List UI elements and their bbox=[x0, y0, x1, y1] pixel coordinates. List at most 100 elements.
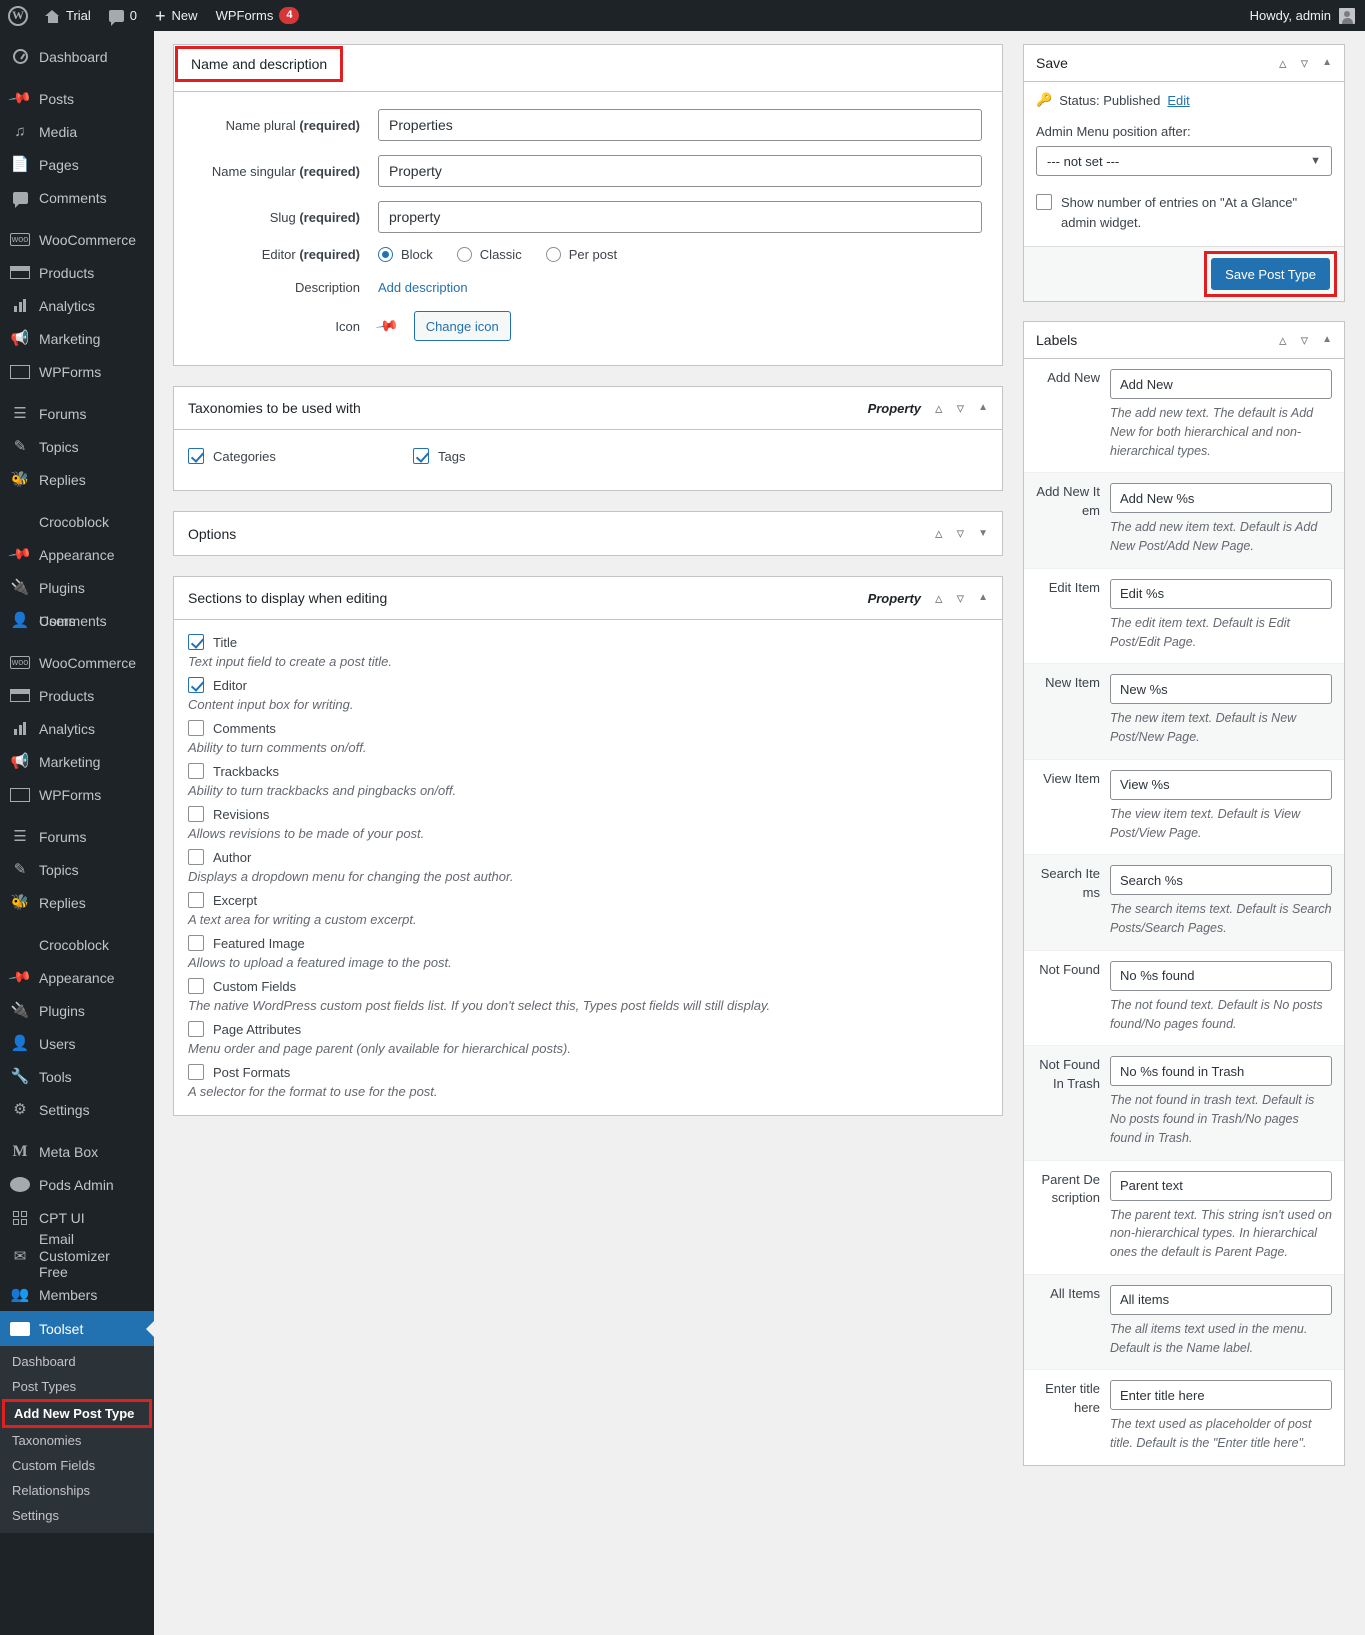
site-name-button[interactable]: Trial bbox=[36, 0, 100, 31]
checkbox-editor[interactable] bbox=[188, 677, 204, 693]
avatar[interactable] bbox=[1339, 8, 1355, 24]
sidebar-item-marketing-2[interactable]: 📢 Marketing bbox=[0, 745, 154, 778]
label-input-add-new-item[interactable] bbox=[1110, 483, 1332, 513]
sidebar-item-topics[interactable]: ✎ Topics bbox=[0, 430, 154, 463]
chevron-down-icon[interactable]: ▿ bbox=[957, 526, 965, 541]
checkbox-author[interactable] bbox=[188, 849, 204, 865]
label-input-all-items[interactable] bbox=[1110, 1285, 1332, 1315]
triangle-up-icon[interactable]: ▲ bbox=[1322, 58, 1332, 68]
edit-status-link[interactable]: Edit bbox=[1167, 93, 1189, 108]
checkbox-tags[interactable] bbox=[413, 448, 429, 464]
sidebar-item-wpforms[interactable]: WPForms bbox=[0, 355, 154, 388]
slug-input[interactable] bbox=[378, 201, 982, 233]
add-description-link[interactable]: Add description bbox=[378, 280, 468, 295]
submenu-item-post-types[interactable]: Post Types bbox=[0, 1374, 154, 1399]
chevron-down-icon[interactable]: ▿ bbox=[1301, 56, 1309, 71]
sidebar-item-products-2[interactable]: Products bbox=[0, 679, 154, 712]
sidebar-item-appearance[interactable]: 📌 Appearance bbox=[0, 538, 154, 571]
label-input-new-item[interactable] bbox=[1110, 674, 1332, 704]
sidebar-item-topics-2[interactable]: ✎ Topics bbox=[0, 853, 154, 886]
chevron-up-icon[interactable]: ▵ bbox=[935, 401, 943, 416]
chevron-down-icon[interactable]: ▿ bbox=[957, 401, 965, 416]
sidebar-item-dashboard[interactable]: Dashboard bbox=[0, 40, 154, 73]
sidebar-item-woocommerce[interactable]: woo WooCommerce bbox=[0, 223, 154, 256]
submenu-item-settings[interactable]: Settings bbox=[0, 1503, 154, 1528]
checkbox-revisions[interactable] bbox=[188, 806, 204, 822]
sidebar-item-analytics-2[interactable]: Analytics bbox=[0, 712, 154, 745]
submenu-item-relationships[interactable]: Relationships bbox=[0, 1478, 154, 1503]
sidebar-item-wpforms-2[interactable]: WPForms bbox=[0, 778, 154, 811]
sidebar-item-users[interactable]: 👤 Users Comments bbox=[0, 604, 154, 637]
admin-menu-position-select[interactable]: --- not set --- ▼ bbox=[1036, 146, 1332, 176]
howdy-label[interactable]: Howdy, admin bbox=[1250, 8, 1331, 23]
new-content-button[interactable]: + New bbox=[146, 0, 207, 31]
chevron-up-icon[interactable]: ▵ bbox=[935, 526, 943, 541]
label-input-view-item[interactable] bbox=[1110, 770, 1332, 800]
sidebar-item-appearance-2[interactable]: 📌 Appearance bbox=[0, 961, 154, 994]
chevron-down-icon[interactable]: ▿ bbox=[957, 591, 965, 606]
sidebar-item-comments[interactable]: Comments bbox=[0, 181, 154, 214]
label-input-edit-item[interactable] bbox=[1110, 579, 1332, 609]
submenu-item-custom-fields[interactable]: Custom Fields bbox=[0, 1453, 154, 1478]
sidebar-item-woocommerce-2[interactable]: woo WooCommerce bbox=[0, 646, 154, 679]
taxonomy-tags[interactable]: Tags bbox=[413, 448, 465, 464]
sidebar-item-email-customizer-free[interactable]: ✉ Email Customizer Free bbox=[0, 1234, 154, 1278]
triangle-up-icon[interactable]: ▲ bbox=[978, 403, 988, 413]
sidebar-item-replies[interactable]: 🐝 Replies bbox=[0, 463, 154, 496]
label-input-not-found[interactable] bbox=[1110, 961, 1332, 991]
sidebar-item-tools[interactable]: 🔧 Tools bbox=[0, 1060, 154, 1093]
checkbox-title[interactable] bbox=[188, 634, 204, 650]
checkbox-trackbacks[interactable] bbox=[188, 763, 204, 779]
sidebar-item-members[interactable]: 👥 Members bbox=[0, 1278, 154, 1311]
checkbox-excerpt[interactable] bbox=[188, 892, 204, 908]
sidebar-item-products[interactable]: Products bbox=[0, 256, 154, 289]
comments-button[interactable]: 0 bbox=[100, 0, 146, 31]
chevron-up-icon[interactable]: ▵ bbox=[1279, 333, 1287, 348]
sidebar-item-plugins-2[interactable]: 🔌 Plugins bbox=[0, 994, 154, 1027]
radio-block[interactable] bbox=[378, 247, 393, 262]
submenu-item-dashboard[interactable]: Dashboard bbox=[0, 1349, 154, 1374]
sidebar-item-forums[interactable]: ☰ Forums bbox=[0, 397, 154, 430]
sidebar-item-media[interactable]: ♫ Media bbox=[0, 115, 154, 148]
wordpress-logo-button[interactable]: W bbox=[0, 0, 36, 31]
change-icon-button[interactable]: Change icon bbox=[414, 311, 511, 341]
name-singular-input[interactable] bbox=[378, 155, 982, 187]
sidebar-item-cpt-ui[interactable]: CPT UI bbox=[0, 1201, 154, 1234]
triangle-up-icon[interactable]: ▲ bbox=[978, 593, 988, 603]
sidebar-item-replies-2[interactable]: 🐝 Replies bbox=[0, 886, 154, 919]
sidebar-item-analytics[interactable]: Analytics bbox=[0, 289, 154, 322]
checkbox-custom-fields[interactable] bbox=[188, 978, 204, 994]
chevron-up-icon[interactable]: ▵ bbox=[1279, 56, 1287, 71]
submenu-item-add-new-post-type[interactable]: Add New Post Type bbox=[2, 1399, 152, 1428]
sidebar-item-plugins[interactable]: 🔌 Plugins bbox=[0, 571, 154, 604]
sidebar-item-posts[interactable]: 📌 Posts bbox=[0, 82, 154, 115]
label-input-not-found-in-trash[interactable] bbox=[1110, 1056, 1332, 1086]
sidebar-item-pods-admin[interactable]: Pods Admin bbox=[0, 1168, 154, 1201]
submenu-item-taxonomies[interactable]: Taxonomies bbox=[0, 1428, 154, 1453]
checkbox-featured-image[interactable] bbox=[188, 935, 204, 951]
chevron-down-icon[interactable]: ▿ bbox=[1301, 333, 1309, 348]
sidebar-item-pages[interactable]: 📄 Pages bbox=[0, 148, 154, 181]
label-input-add-new[interactable] bbox=[1110, 369, 1332, 399]
sidebar-item-settings[interactable]: ⚙ Settings bbox=[0, 1093, 154, 1126]
chevron-up-icon[interactable]: ▵ bbox=[935, 591, 943, 606]
checkbox-comments[interactable] bbox=[188, 720, 204, 736]
triangle-down-icon[interactable]: ▼ bbox=[978, 529, 988, 539]
checkbox-at-a-glance[interactable] bbox=[1036, 194, 1052, 210]
radio-per-post[interactable] bbox=[546, 247, 561, 262]
sidebar-item-crocoblock-2[interactable]: Crocoblock bbox=[0, 928, 154, 961]
sidebar-item-meta-box[interactable]: M Meta Box bbox=[0, 1135, 154, 1168]
sidebar-item-forums-2[interactable]: ☰ Forums bbox=[0, 820, 154, 853]
sidebar-item-marketing[interactable]: 📢 Marketing bbox=[0, 322, 154, 355]
label-input-enter-title-here[interactable] bbox=[1110, 1380, 1332, 1410]
save-post-type-button[interactable]: Save Post Type bbox=[1211, 258, 1330, 290]
sidebar-item-users-2[interactable]: 👤 Users bbox=[0, 1027, 154, 1060]
taxonomy-categories[interactable]: Categories bbox=[188, 448, 413, 464]
sidebar-item-toolset[interactable]: Toolset bbox=[0, 1311, 154, 1346]
checkbox-categories[interactable] bbox=[188, 448, 204, 464]
wpforms-menu-button[interactable]: WPForms 4 bbox=[207, 0, 309, 31]
radio-classic[interactable] bbox=[457, 247, 472, 262]
checkbox-post-formats[interactable] bbox=[188, 1064, 204, 1080]
triangle-up-icon[interactable]: ▲ bbox=[1322, 335, 1332, 345]
sidebar-item-crocoblock[interactable]: Crocoblock bbox=[0, 505, 154, 538]
